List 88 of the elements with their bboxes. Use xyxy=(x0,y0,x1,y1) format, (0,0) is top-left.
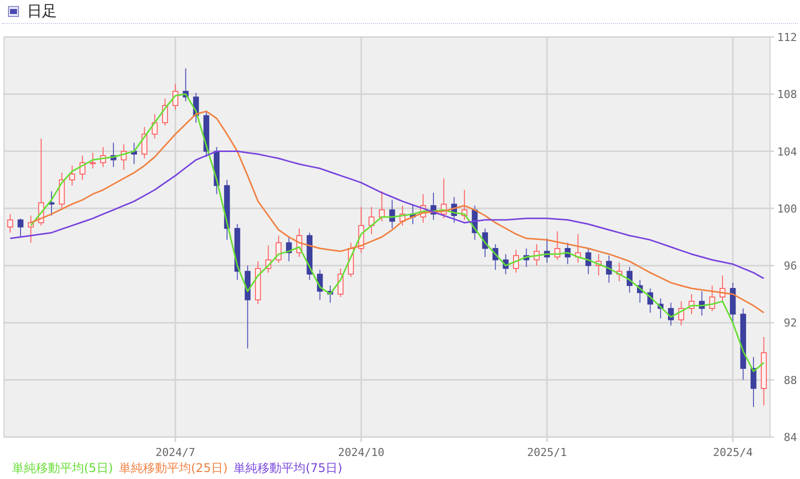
axis-label: 112 xyxy=(777,31,797,44)
candlestick xyxy=(730,282,736,324)
candlestick xyxy=(152,114,158,139)
candlestick xyxy=(234,224,240,280)
axis-label: 96 xyxy=(784,260,797,273)
candlestick xyxy=(400,205,406,226)
candlestick xyxy=(420,194,426,224)
axis-label: 84 xyxy=(784,431,797,444)
candlestick xyxy=(48,190,54,216)
candlestick xyxy=(575,234,581,264)
candlestick xyxy=(224,179,230,240)
candlestick xyxy=(688,294,694,315)
axis-label: 100 xyxy=(777,202,797,216)
axis-label: 108 xyxy=(777,88,797,102)
candlestick xyxy=(616,262,622,282)
candlestick xyxy=(172,84,178,110)
axis-label: 2025/1 xyxy=(527,446,567,459)
candlestick xyxy=(440,178,447,219)
candlestick xyxy=(182,68,189,102)
candlestick xyxy=(100,146,106,168)
candlestick xyxy=(678,300,684,326)
candlestick xyxy=(255,260,261,305)
candlestick xyxy=(193,92,199,124)
candlestick xyxy=(410,204,416,225)
candlestick xyxy=(203,110,210,158)
candlestick xyxy=(69,165,76,186)
candlestick xyxy=(28,215,34,244)
axis-label: 2025/4 xyxy=(712,446,753,459)
candlestick xyxy=(131,142,137,165)
candlestick xyxy=(276,235,282,264)
candlestick xyxy=(585,248,592,275)
candlestick xyxy=(378,190,385,222)
candlestick xyxy=(430,192,436,220)
candlestick xyxy=(451,196,457,224)
candlestick xyxy=(698,290,705,316)
candlestick xyxy=(523,248,530,268)
candlestick xyxy=(327,285,334,304)
candlestick xyxy=(7,214,14,234)
candlestick xyxy=(513,249,519,274)
legend-label: 単純移動平均(75日) xyxy=(234,460,342,476)
candlestick xyxy=(317,269,323,300)
candlestick xyxy=(90,152,96,169)
candlestick xyxy=(162,98,168,126)
candlestick xyxy=(296,228,302,258)
candlestick xyxy=(668,302,674,326)
candlestick xyxy=(286,236,292,262)
candlestick xyxy=(492,244,498,270)
candlestick xyxy=(626,266,632,294)
candlestick xyxy=(760,336,767,406)
candlestick xyxy=(544,238,550,264)
candlestick xyxy=(750,356,756,408)
axis-label: 92 xyxy=(784,316,797,330)
candlestick xyxy=(338,268,344,298)
candlestick xyxy=(534,244,540,266)
candlestick xyxy=(306,232,312,280)
candlestick xyxy=(637,279,643,304)
axis-label: 2024/7 xyxy=(156,446,196,459)
square-icon xyxy=(8,6,19,17)
candlestick xyxy=(120,144,127,170)
candlestick xyxy=(58,172,65,209)
candlestick xyxy=(596,254,602,276)
candlestick xyxy=(265,245,272,274)
candlestick xyxy=(720,275,726,302)
candlestick xyxy=(482,228,488,258)
candlestick xyxy=(564,242,571,265)
candlestick xyxy=(358,206,364,254)
candlestick xyxy=(18,218,24,238)
candlestick xyxy=(389,199,396,229)
candlestick xyxy=(606,255,612,284)
candlestick xyxy=(214,146,220,195)
candlestick xyxy=(472,205,478,240)
legend-label: 単純移動平均(5日) xyxy=(12,460,113,476)
candlestick xyxy=(502,254,509,275)
candlestick xyxy=(658,298,664,319)
legend-label: 単純移動平均(25日) xyxy=(119,460,228,476)
candlestick xyxy=(80,155,86,180)
axis-label: 88 xyxy=(784,374,797,387)
candlestick xyxy=(142,126,148,159)
candlestick xyxy=(647,288,654,314)
candlestick xyxy=(348,242,354,278)
candlestick xyxy=(462,189,468,220)
candlestick xyxy=(110,142,116,168)
candlestick xyxy=(709,285,716,312)
candlestick xyxy=(368,206,374,235)
candlestick xyxy=(554,230,560,260)
axis-label: 104 xyxy=(777,145,797,158)
chart-title: 日足 xyxy=(27,2,57,21)
axis-label: 2024/10 xyxy=(338,446,384,459)
